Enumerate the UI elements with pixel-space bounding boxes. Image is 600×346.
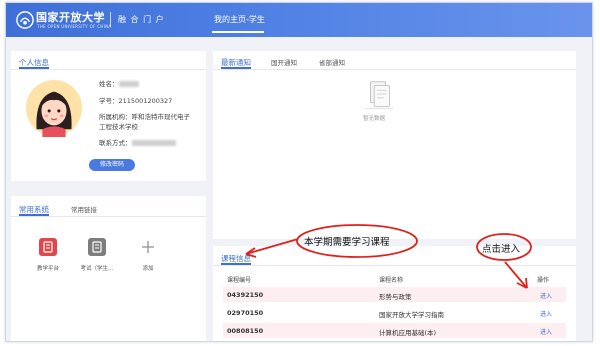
enter-course-link[interactable]: 进入 xyxy=(540,309,552,318)
column-header-course-name: 课程名称 xyxy=(379,277,404,284)
notices-panel: 最新通知 国开通知 省部通知 暂无数据 xyxy=(213,51,576,239)
org-row: 所属机构：呼和浩特市现代电子 xyxy=(99,113,190,121)
change-password-button[interactable]: 修改密码 xyxy=(89,159,135,171)
app-label: 考试（学生… xyxy=(80,266,114,272)
contact-label: 联系方式： xyxy=(99,139,132,147)
divider xyxy=(11,216,206,217)
contact-row: 联系方式： xyxy=(99,137,176,147)
name-redacted xyxy=(118,81,139,87)
avatar xyxy=(25,79,83,137)
divider xyxy=(213,265,576,266)
exam-icon xyxy=(88,238,106,256)
name-label: 姓名： xyxy=(99,80,119,88)
university-logo-icon xyxy=(16,11,34,29)
enter-note: 点击进入 xyxy=(482,244,521,255)
logo-divider xyxy=(110,12,111,27)
course-name: 国家开放大学学习指南 xyxy=(379,311,444,319)
column-header-course-code: 课程编号 xyxy=(227,277,252,284)
column-header-action: 操作 xyxy=(537,277,550,284)
nav-tab-active-indicator xyxy=(212,31,264,33)
tab-common-links[interactable]: 常用链接 xyxy=(71,204,97,214)
course-name: 形势与政策 xyxy=(379,293,412,301)
portal-title: 融 合 门 户 xyxy=(118,15,165,24)
org-row-2: 工程技术学校 xyxy=(99,123,138,131)
contact-redacted xyxy=(131,140,176,146)
add-icon xyxy=(139,238,157,256)
tab-provincial-notices[interactable]: 省部通知 xyxy=(319,57,345,67)
divider xyxy=(11,69,206,70)
course-code: 00808150 xyxy=(227,327,264,335)
enter-course-link[interactable]: 进入 xyxy=(540,291,552,300)
logo-title: 国家开放大学 xyxy=(36,11,105,24)
logo-subtitle: THE OPEN UNIVERSITY OF CHINA xyxy=(37,24,112,29)
app-label: 添加 xyxy=(142,266,154,272)
app-add[interactable]: 添加 xyxy=(133,238,163,272)
app-teaching-platform[interactable]: 教学平台 xyxy=(33,238,63,272)
personal-info-panel: 个人信息 姓名： 学号：2115001200327 所属机构：呼和浩特市现代电子… xyxy=(11,51,206,181)
enter-course-link[interactable]: 进入 xyxy=(540,327,552,336)
app-exam[interactable]: 考试（学生… xyxy=(77,238,117,272)
table-row: 04392150 形势与政策 进入 xyxy=(223,287,566,302)
course-code: 02970150 xyxy=(227,309,264,317)
teaching-platform-icon xyxy=(39,238,57,256)
table-row: 02970150 国家开放大学学习指南 进入 xyxy=(223,305,566,320)
name-row: 姓名： xyxy=(99,78,139,88)
common-systems-panel: 常用系统 常用链接 教学平台 考试（学生… 添加 xyxy=(11,196,206,341)
app-label: 教学平台 xyxy=(36,266,59,272)
courses-note: 本学期需要学习课程 xyxy=(304,237,390,248)
divider xyxy=(213,69,576,70)
portal-window: 国家开放大学 THE OPEN UNIVERSITY OF CHINA 融 合 … xyxy=(5,2,593,342)
student-id: 学号：2115001200327 xyxy=(99,97,173,105)
tab-national-notices[interactable]: 国开通知 xyxy=(271,57,297,67)
nav-tab-my-home[interactable]: 我的主页-学生 xyxy=(214,14,265,25)
top-bar: 国家开放大学 THE OPEN UNIVERSITY OF CHINA 融 合 … xyxy=(6,3,592,37)
course-code: 04392150 xyxy=(227,291,264,299)
empty-data-icon xyxy=(364,81,394,109)
course-name: 计算机应用基础(本) xyxy=(379,329,437,337)
empty-data-text: 暂无数据 xyxy=(363,116,386,122)
table-row: 00808150 计算机应用基础(本) 进入 xyxy=(223,323,566,338)
course-info-panel: 课程信息 课程编号 课程名称 操作 04392150 形势与政策 进入 0297… xyxy=(213,246,576,341)
